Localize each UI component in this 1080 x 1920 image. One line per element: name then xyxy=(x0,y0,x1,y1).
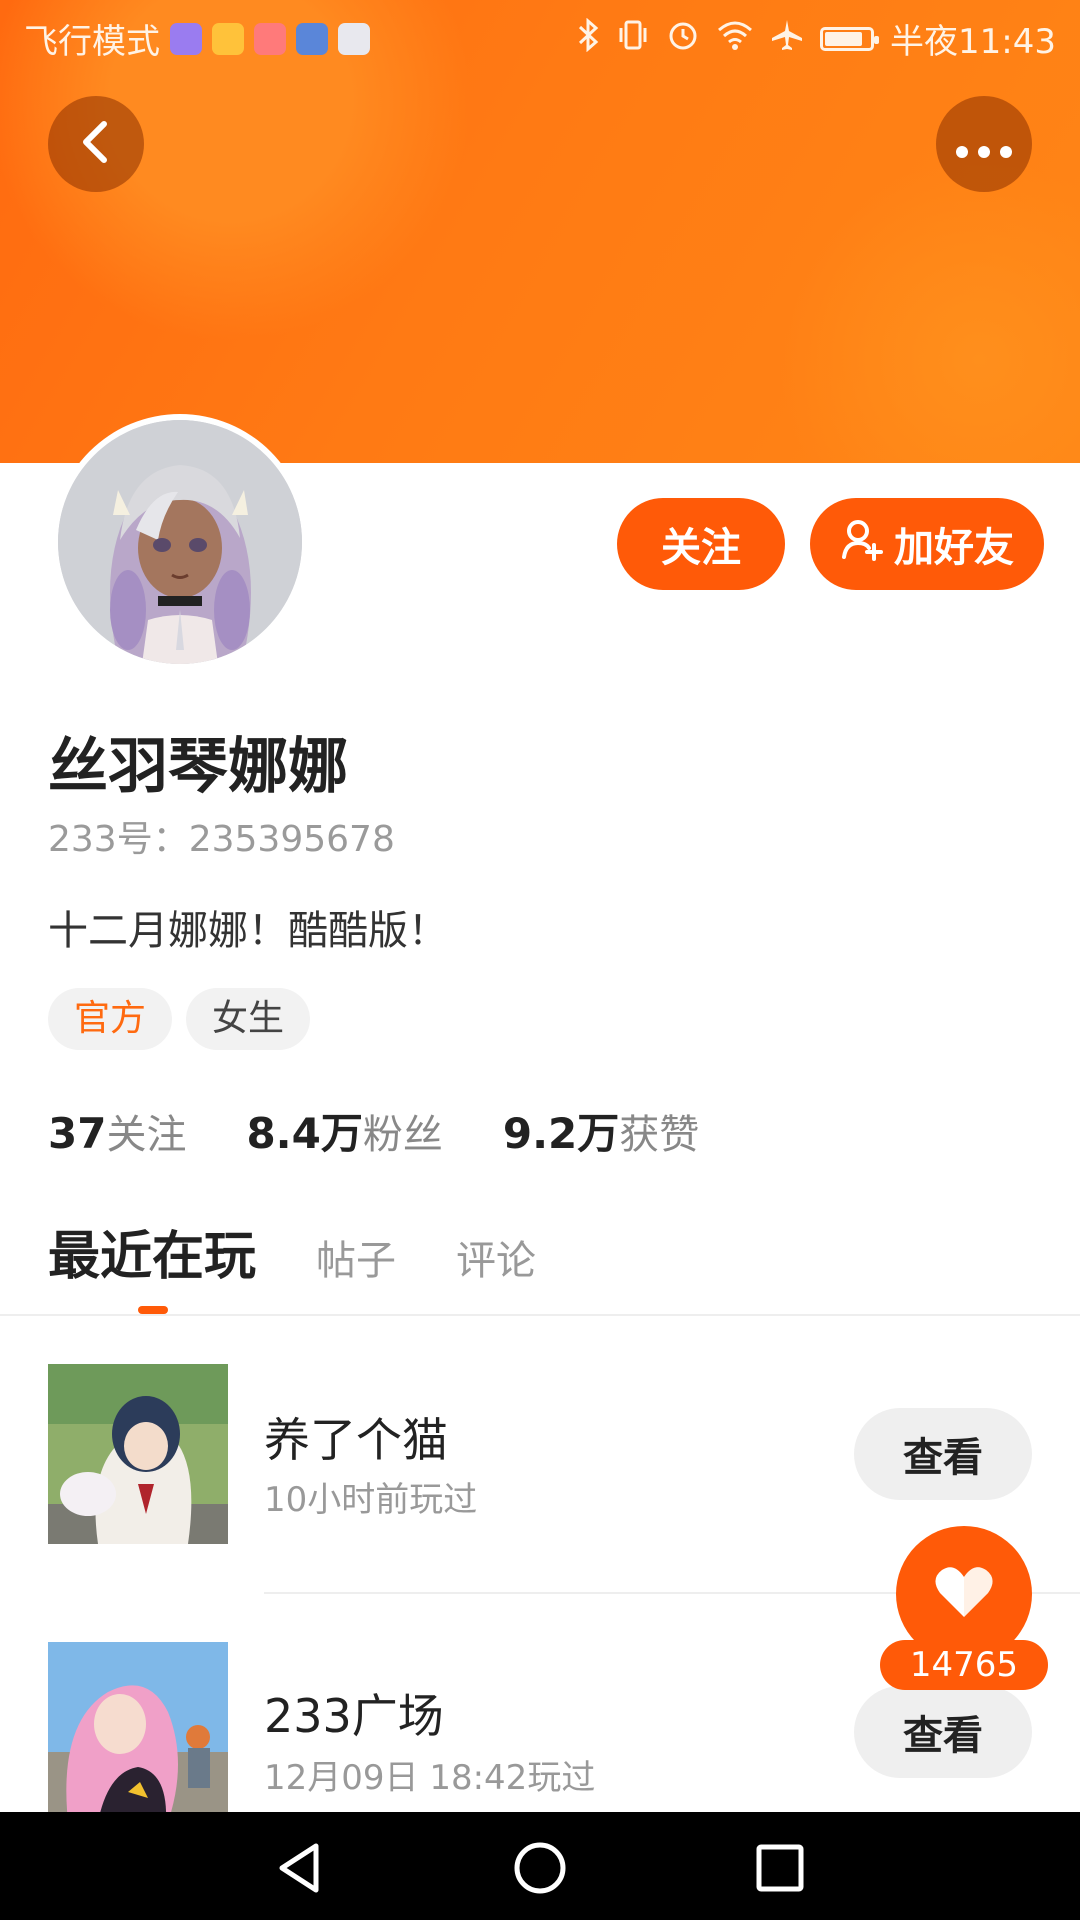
nav-back-button[interactable] xyxy=(272,1840,328,1896)
tab-posts[interactable]: 帖子 xyxy=(316,1228,396,1286)
content-tabs: 最近在玩 帖子 评论 xyxy=(48,1214,536,1289)
avatar xyxy=(58,420,302,664)
tab-comments[interactable]: 评论 xyxy=(456,1228,536,1286)
profile-tags: 官方 女生 xyxy=(48,988,311,1050)
stat-following-label: 关注 xyxy=(106,1112,187,1158)
video-app-icon xyxy=(254,22,286,55)
game-played-time: 10小时前玩过 xyxy=(264,1480,478,1520)
vibrate-icon xyxy=(616,18,650,60)
back-button[interactable] xyxy=(48,96,144,192)
add-friend-icon xyxy=(840,517,884,571)
heart-icon xyxy=(934,1565,994,1623)
profile-bio: 十二月娜娜！酷酷版！ xyxy=(48,908,448,954)
more-options-button[interactable] xyxy=(936,96,1032,192)
nav-recents-button[interactable] xyxy=(752,1840,808,1896)
stat-following-value: 37 xyxy=(48,1109,107,1158)
more-dots-icon xyxy=(954,119,1014,170)
view-game-button[interactable]: 查看 xyxy=(854,1686,1032,1778)
profile-header-banner: 飞行模式 半夜11:43 xyxy=(0,0,1080,463)
stat-fans[interactable]: 8.4万粉丝 xyxy=(246,1100,442,1161)
game-title: 233广场 xyxy=(264,1689,444,1743)
nav-home-button[interactable] xyxy=(512,1840,568,1896)
stat-likes: 9.2万获赞 xyxy=(503,1100,699,1161)
home-circle-icon xyxy=(512,1842,568,1900)
back-arrow-icon xyxy=(76,118,116,170)
stat-likes-value: 9.2万 xyxy=(502,1109,620,1158)
profile-stats: 37关注 8.4万粉丝 9.2万获赞 xyxy=(48,1100,699,1161)
tab-active-indicator xyxy=(138,1306,168,1314)
tab-divider xyxy=(0,1314,1080,1316)
follow-button[interactable]: 关注 xyxy=(617,498,785,590)
avatar-frame[interactable] xyxy=(52,414,308,670)
bluetooth-icon xyxy=(578,17,600,60)
game-played-time: 12月09日 18:42玩过 xyxy=(264,1758,596,1798)
folder-app-icon xyxy=(212,22,244,55)
music-app-icon xyxy=(170,22,202,55)
browser-app-icon xyxy=(296,22,328,55)
back-triangle-icon xyxy=(272,1843,328,1900)
view-game-button[interactable]: 查看 xyxy=(854,1408,1032,1500)
add-friend-button[interactable]: 加好友 xyxy=(810,498,1044,590)
stat-following[interactable]: 37关注 xyxy=(48,1102,186,1160)
system-nav-bar xyxy=(0,1812,1080,1920)
status-bar: 飞行模式 半夜11:43 xyxy=(0,0,1080,76)
game-title: 养了个猫 xyxy=(264,1413,448,1467)
alarm-icon xyxy=(666,18,700,60)
add-friend-label: 加好友 xyxy=(894,525,1014,571)
profile-uid: 233号：235395678 xyxy=(48,819,395,860)
airplane-icon xyxy=(770,18,804,60)
stat-likes-label: 获赞 xyxy=(619,1112,700,1158)
tag-official: 官方 xyxy=(48,988,173,1050)
battery-icon xyxy=(820,26,880,51)
profile-name: 丝羽琴娜娜 xyxy=(48,732,348,802)
game-thumbnail xyxy=(48,1364,228,1544)
list-item[interactable]: 养了个猫 10小时前玩过 查看 xyxy=(0,1364,1080,1544)
stat-fans-value: 8.4万 xyxy=(246,1109,363,1158)
airplane-mode-text: 飞行模式 xyxy=(24,22,160,62)
storage-app-icon xyxy=(338,22,370,55)
wifi-icon xyxy=(716,18,754,60)
stat-fans-label: 粉丝 xyxy=(362,1112,443,1158)
tag-gender: 女生 xyxy=(186,988,311,1050)
recents-square-icon xyxy=(752,1844,808,1900)
tab-recently-played[interactable]: 最近在玩 xyxy=(48,1214,256,1289)
like-count-badge: 14765 xyxy=(880,1640,1048,1690)
status-time: 半夜11:43 xyxy=(890,22,1056,62)
follow-button-label: 关注 xyxy=(661,525,741,571)
game-thumbnail xyxy=(48,1642,228,1812)
